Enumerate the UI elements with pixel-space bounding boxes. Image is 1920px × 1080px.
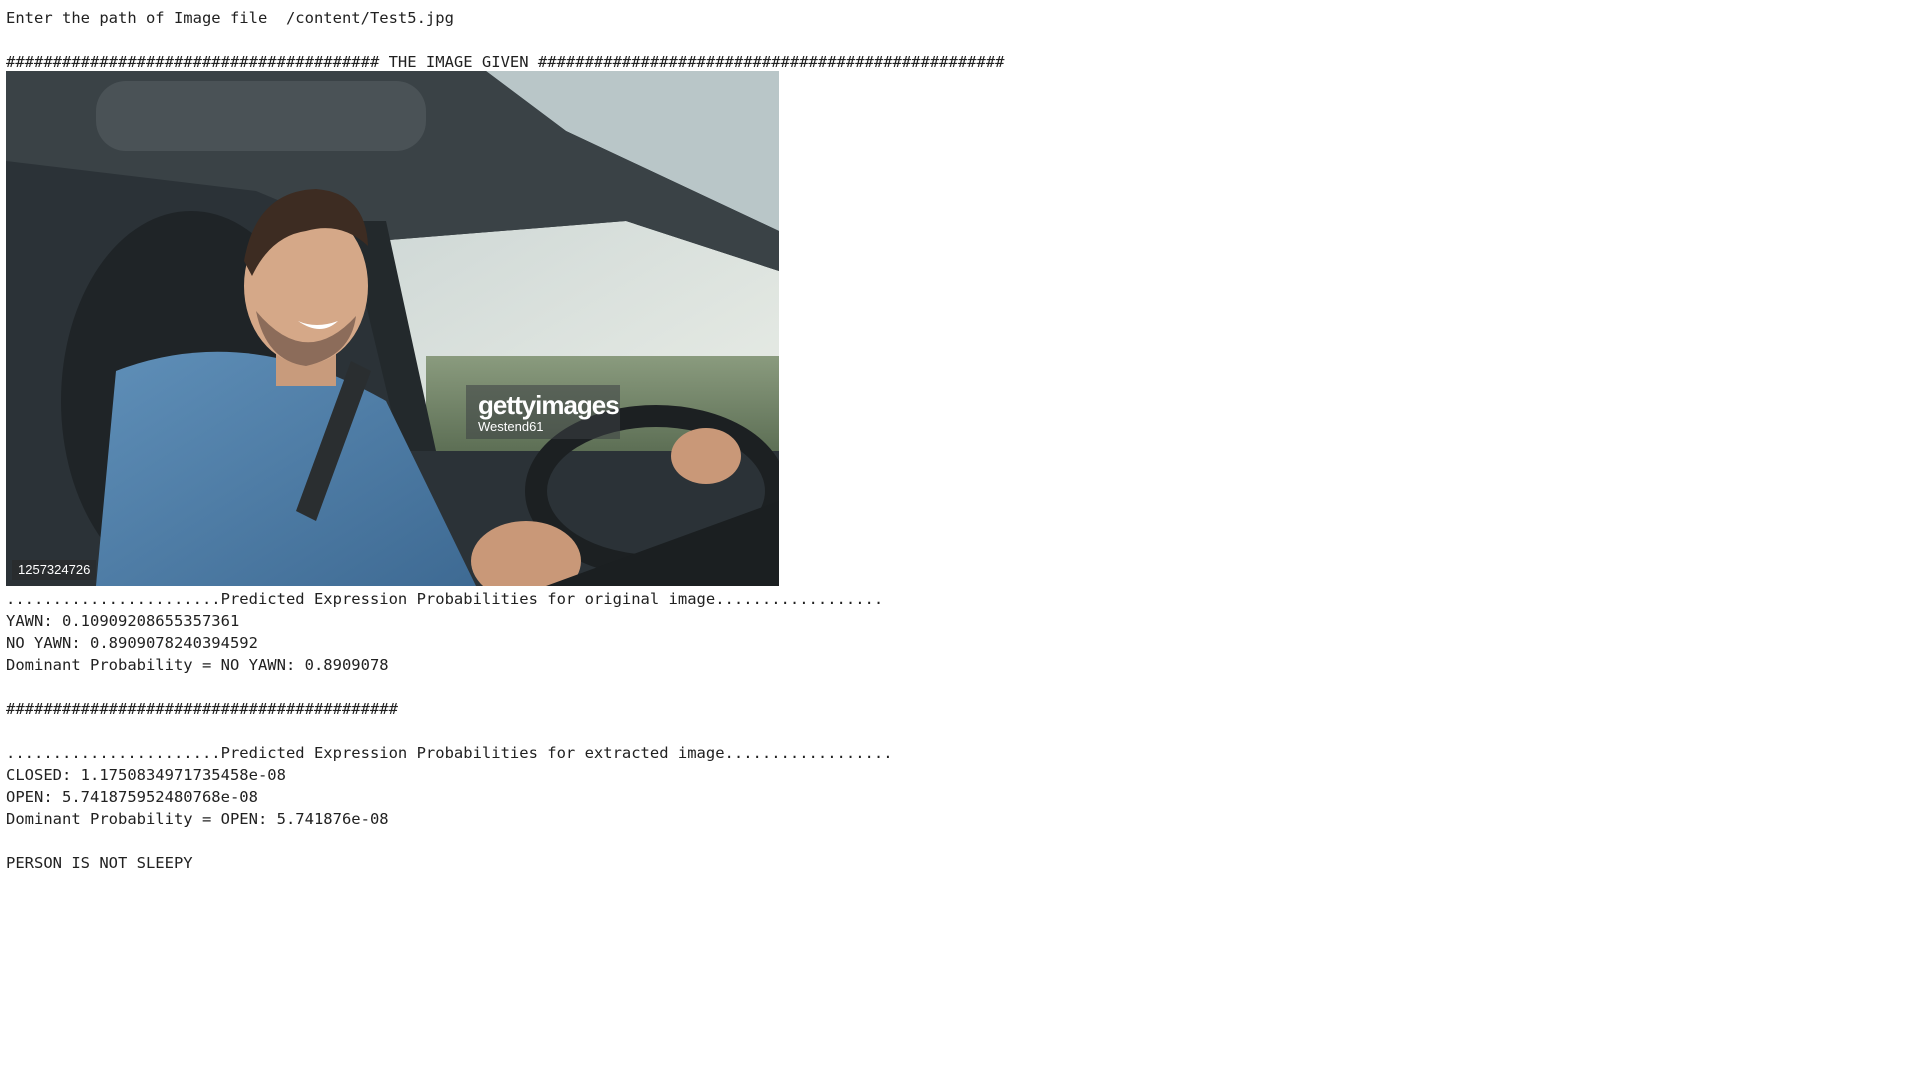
console-output: Enter the path of Image file /content/Te…: [6, 0, 1906, 874]
separator: ########################################…: [6, 700, 398, 718]
prompt-line: Enter the path of Image file /content/Te…: [6, 9, 454, 27]
image-id-label: 1257324726: [12, 560, 97, 580]
image-header: ########################################…: [6, 53, 1005, 71]
open-probability: OPEN: 5.741875952480768e-08: [6, 788, 258, 806]
input-image: gettyimages Westend61 1257324726: [6, 71, 779, 586]
closed-probability: CLOSED: 1.1750834971735458e-08: [6, 766, 286, 784]
yawn-probability: YAWN: 0.10909208655357361: [6, 612, 240, 630]
watermark-brand: gettyimages: [478, 390, 620, 420]
original-header: .......................Predicted Express…: [6, 590, 884, 608]
extracted-header: .......................Predicted Express…: [6, 744, 893, 762]
dominant-original: Dominant Probability = NO YAWN: 0.890907…: [6, 656, 389, 674]
no-yawn-probability: NO YAWN: 0.8909078240394592: [6, 634, 258, 652]
watermark-credit: Westend61: [478, 419, 544, 434]
watermark: gettyimages Westend61: [466, 385, 620, 439]
dominant-extracted: Dominant Probability = OPEN: 5.741876e-0…: [6, 810, 389, 828]
verdict: PERSON IS NOT SLEEPY: [6, 854, 193, 872]
driver-photo-icon: [6, 71, 779, 586]
